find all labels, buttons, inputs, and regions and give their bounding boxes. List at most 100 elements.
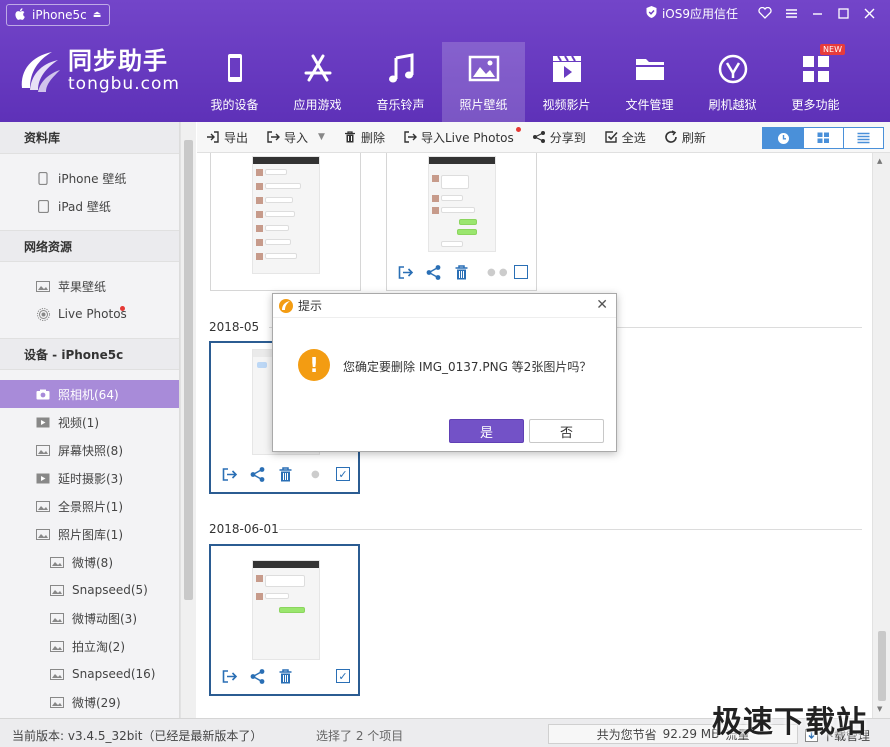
- nav-apps-games[interactable]: 应用游戏: [276, 42, 359, 122]
- sidebar-item-panorama[interactable]: 全景照片(1): [0, 492, 179, 520]
- export-photo-icon[interactable]: [221, 464, 249, 484]
- nav-videos[interactable]: 视频影片: [525, 42, 608, 122]
- delete-button[interactable]: 删除: [334, 122, 394, 153]
- picture-icon: [468, 55, 499, 82]
- nav-more-features[interactable]: NEW 更多功能: [774, 42, 857, 122]
- scroll-down-icon[interactable]: ▼: [877, 705, 882, 713]
- export-photo-icon[interactable]: [397, 262, 425, 282]
- sidebar-item-label: 全景照片(1): [58, 499, 123, 514]
- nav-music-ringtones[interactable]: 音乐铃声: [359, 42, 442, 122]
- menu-icon[interactable]: [778, 3, 804, 23]
- selection-count: 选择了 2 个项目: [316, 729, 404, 743]
- photo-thumbnail[interactable]: [252, 156, 320, 274]
- photo-thumbnail[interactable]: [252, 560, 320, 660]
- delete-photo-icon[interactable]: [453, 262, 481, 282]
- sidebar-item-apple-wallpaper[interactable]: 苹果壁纸: [0, 272, 179, 300]
- image-icon: [50, 668, 64, 680]
- view-timeline-button[interactable]: [763, 128, 803, 148]
- nav-file-manager[interactable]: 文件管理: [608, 42, 691, 122]
- sidebar-section-device: 设备 - iPhone5c: [0, 338, 179, 370]
- sidebar-item-pailitao[interactable]: 拍立淘(2): [0, 632, 179, 660]
- sidebar-item-label: Snapseed(16): [72, 667, 156, 681]
- minimize-icon[interactable]: [804, 3, 830, 23]
- dialog-message: 您确定要删除 IMG_0137.PNG 等2张图片吗？: [343, 360, 592, 374]
- delete-photo-icon[interactable]: [277, 464, 305, 484]
- sidebar-item-label: iPad 壁纸: [58, 199, 111, 214]
- feedback-icon[interactable]: [752, 3, 778, 23]
- photo-card-actions: ● ✓: [221, 464, 350, 484]
- confirm-yes-button[interactable]: 是: [449, 419, 524, 443]
- sidebar-item-timelapse[interactable]: 延时摄影(3): [0, 464, 179, 492]
- photo-checkbox-checked[interactable]: ✓: [336, 669, 350, 683]
- content-scrollbar[interactable]: ▲ ▼: [872, 153, 890, 718]
- refresh-button[interactable]: 刷新: [655, 122, 715, 153]
- photo-checkbox[interactable]: [514, 265, 528, 279]
- date-group-label: 2018-06-01: [209, 522, 279, 536]
- new-dot: [120, 306, 125, 311]
- new-dot: [515, 126, 521, 132]
- grid-icon: [817, 132, 829, 143]
- tongbu-small-icon: [279, 298, 293, 313]
- close-icon[interactable]: [856, 3, 882, 23]
- sidebar-scrollbar[interactable]: [180, 122, 196, 718]
- export-button[interactable]: 导出: [197, 122, 257, 153]
- apple-icon: [15, 7, 26, 23]
- view-list-button[interactable]: [843, 128, 883, 148]
- sidebar-item-screenshots[interactable]: 屏幕快照(8): [0, 436, 179, 464]
- sidebar-item-iphone-wallpaper[interactable]: iPhone 壁纸: [0, 164, 179, 192]
- confirm-no-button[interactable]: 否: [529, 419, 604, 443]
- sidebar-item-camera[interactable]: 照相机(64): [0, 380, 179, 408]
- nav-my-device[interactable]: 我的设备: [193, 42, 276, 122]
- sidebar-item-weibo-2[interactable]: 微博(29): [0, 688, 179, 716]
- sidebar-item-weibo-gif[interactable]: 微博动图(3): [0, 604, 179, 632]
- sidebar-item-video[interactable]: 视频(1): [0, 408, 179, 436]
- tongbu-logo: 同步助手 tongbu.com: [16, 48, 180, 94]
- sidebar-item-ipad-wallpaper[interactable]: iPad 壁纸: [0, 192, 179, 220]
- export-photo-icon[interactable]: [221, 666, 249, 686]
- share-label: 分享到: [549, 130, 586, 145]
- nav-photos-wallpapers[interactable]: 照片壁纸: [442, 42, 525, 122]
- warning-icon: !: [298, 349, 330, 381]
- sidebar-item-photo-library[interactable]: 照片图库(1): [0, 520, 179, 548]
- sidebar-item-label: 苹果壁纸: [58, 279, 107, 294]
- refresh-icon: [665, 130, 677, 143]
- photo-card-selected[interactable]: ✓: [209, 544, 360, 696]
- nav-label: 视频影片: [542, 98, 591, 112]
- device-tab[interactable]: iPhone5c ⏏: [6, 4, 111, 26]
- music-icon: [388, 53, 413, 83]
- scroll-up-icon[interactable]: ▲: [877, 157, 882, 165]
- import-button[interactable]: 导入 ▼: [257, 122, 334, 153]
- nav-label: 应用游戏: [293, 98, 342, 112]
- import-live-photos-button[interactable]: 导入Live Photos: [394, 122, 523, 153]
- image-icon: [36, 528, 50, 540]
- share-photo-icon[interactable]: [249, 464, 277, 484]
- caret-down-icon[interactable]: ▼: [318, 132, 325, 142]
- camera-icon: [36, 388, 50, 400]
- share-photo-icon[interactable]: [249, 666, 277, 686]
- photo-thumbnail[interactable]: [428, 156, 496, 252]
- eject-icon[interactable]: ⏏: [93, 10, 102, 20]
- sidebar-item-snapseed[interactable]: Snapseed(5): [0, 576, 179, 604]
- jailbreak-icon: [718, 54, 747, 84]
- delete-photo-icon[interactable]: [277, 666, 305, 686]
- select-all-button[interactable]: 全选: [595, 122, 655, 153]
- list-icon: [857, 132, 870, 144]
- content-scrollbar-thumb[interactable]: [878, 631, 886, 701]
- sidebar-item-live-photos[interactable]: Live Photos: [0, 300, 179, 328]
- photo-checkbox-checked[interactable]: ✓: [336, 467, 350, 481]
- dialog-close-icon[interactable]: ✕: [596, 297, 608, 313]
- nav-flash-jailbreak[interactable]: 刷机越狱: [691, 42, 774, 122]
- phone-icon: [227, 54, 242, 82]
- maximize-icon[interactable]: [830, 3, 856, 23]
- photo-card[interactable]: [210, 153, 361, 291]
- photo-card[interactable]: ● ●: [386, 153, 537, 291]
- sidebar-item-snapseed-2[interactable]: Snapseed(16): [0, 660, 179, 688]
- import-label: 导入: [284, 130, 309, 145]
- export-icon: [207, 131, 219, 143]
- view-grid-button[interactable]: [803, 128, 843, 148]
- sidebar-item-weibo[interactable]: 微博(8): [0, 548, 179, 576]
- ios9-trust-link[interactable]: iOS9应用信任: [645, 5, 738, 22]
- sidebar-scrollbar-thumb[interactable]: [184, 140, 193, 600]
- share-button[interactable]: 分享到: [523, 122, 595, 153]
- share-photo-icon[interactable]: [425, 262, 453, 282]
